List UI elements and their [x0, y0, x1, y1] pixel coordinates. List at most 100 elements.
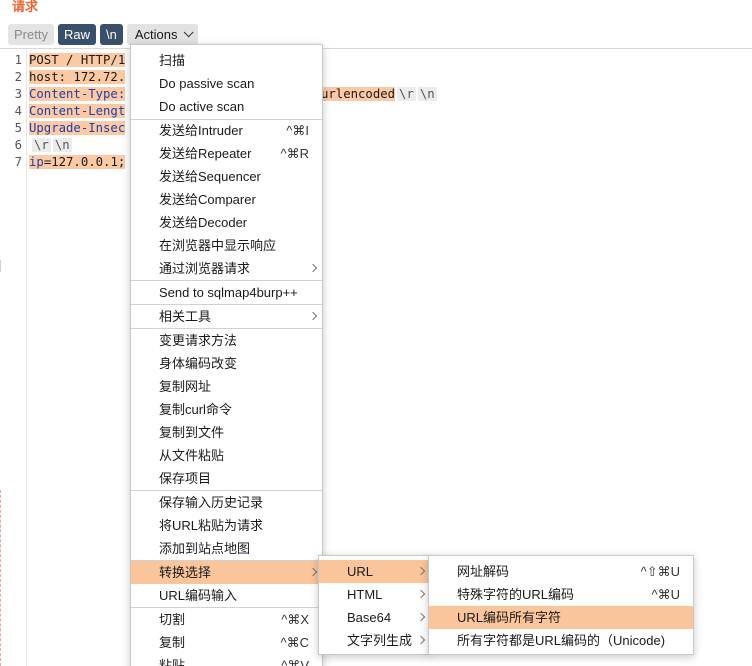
menu-item-related-tools[interactable]: 相关工具 [131, 305, 322, 328]
code-text: urlencoded [321, 87, 396, 101]
menu-item-save-item[interactable]: 保存项目 [131, 467, 322, 490]
menu-item-label: URL编码所有字符 [457, 610, 562, 625]
shortcut-label: ^⌘U [651, 587, 681, 602]
menu-item-label: 相关工具 [159, 309, 212, 324]
escape-n-marker: \n [417, 87, 437, 101]
submenu-item-base64[interactable]: Base64 [319, 606, 430, 629]
convert-selection-submenu: URL HTML Base64 文字列生成 [318, 555, 431, 655]
menu-item-send-decoder[interactable]: 发送给Decoder [131, 211, 322, 234]
menu-item-label: Do active scan [159, 99, 245, 114]
line-number: 4 [14, 104, 22, 118]
pretty-button[interactable]: Pretty [8, 23, 54, 45]
menu-item-label: Base64 [347, 610, 392, 625]
menu-item-label: 发送给Comparer [159, 192, 256, 207]
shortcut-label: ^⌘R [280, 146, 310, 161]
code-line: Content-Lengt [29, 103, 126, 120]
code-line: ip=127.0.0.1; [29, 154, 126, 171]
submenu-item-url-encode-all[interactable]: URL编码所有字符 [429, 606, 693, 629]
menu-item-request-in-browser[interactable]: 通过浏览器请求 [131, 257, 322, 280]
panel-title: 请求 [12, 0, 39, 15]
menu-item-send-intruder[interactable]: 发送给Intruder ^⌘I [131, 119, 322, 142]
line-number: 1 [14, 53, 22, 67]
shortcut-label: ^⌘V [281, 658, 309, 666]
escape-n-marker: \n [52, 138, 72, 152]
menu-item-label: 特殊字符的URL编码 [457, 587, 575, 602]
code-line: host: 172.72. [29, 69, 126, 86]
dashed-border [0, 490, 1, 666]
menu-item-label: 保存项目 [159, 471, 212, 486]
chevron-right-icon [308, 263, 318, 273]
menu-item-label: 通过浏览器请求 [159, 261, 251, 276]
menu-item-convert-selection[interactable]: 转换选择 [131, 561, 322, 584]
header-name: Upgrade-Insec [29, 121, 126, 135]
url-submenu: 网址解码 ^⇧⌘U 特殊字符的URL编码 ^⌘U URL编码所有字符 所有字符都是U… [428, 555, 694, 655]
menu-item-cut[interactable]: 切割 ^⌘X [131, 608, 322, 631]
submenu-item-url-decode[interactable]: 网址解码 ^⇧⌘U [429, 560, 693, 583]
chevron-down-icon [184, 26, 195, 37]
menu-item-label: Send to sqlmap4burp++ [159, 285, 298, 300]
actions-context-menu: 扫描 Do passive scan Do active scan 发送给Int… [130, 44, 323, 666]
menu-item-label: 从文件粘贴 [159, 448, 225, 463]
menu-item-copy-curl[interactable]: 复制curl命令 [131, 398, 322, 421]
raw-button[interactable]: Raw [57, 23, 96, 45]
menu-item-label: 发送给Sequencer [159, 169, 261, 184]
menu-item-paste-from-file[interactable]: 从文件粘贴 [131, 444, 322, 467]
menu-item-label: 扫描 [159, 53, 186, 68]
code-text: host: 172.72. [29, 70, 126, 84]
code-line: Upgrade-Insec [29, 120, 126, 137]
menu-item-label: 复制curl命令 [159, 402, 232, 417]
code-line: Content-Type: [29, 86, 126, 103]
menu-item-copy-url[interactable]: 复制网址 [131, 375, 322, 398]
toolbar-divider [0, 48, 752, 49]
menu-item-add-to-site-map[interactable]: 添加到站点地图 [131, 537, 322, 560]
menu-item-label: 身体编码改变 [159, 356, 238, 371]
actions-label: Actions [134, 26, 178, 42]
shortcut-label: ^⌘I [286, 123, 309, 138]
menu-item-passive-scan[interactable]: Do passive scan [131, 72, 322, 95]
show-newlines-button[interactable]: \n [99, 23, 123, 45]
shortcut-label: ^⌘X [281, 612, 309, 627]
menu-item-show-response-in-browser[interactable]: 在浏览器中显示响应 [131, 234, 322, 257]
shortcut-label: ^⇧⌘U [640, 564, 680, 579]
menu-item-copy-to-file[interactable]: 复制到文件 [131, 421, 322, 444]
header-name: Content-Lengt [29, 104, 126, 118]
code-line-tail: urlencoded \r \n [321, 86, 437, 103]
submenu-item-url-encode-key-chars[interactable]: 特殊字符的URL编码 ^⌘U [429, 583, 693, 606]
menu-item-label: URL [347, 564, 374, 579]
menu-item-change-body-encoding[interactable]: 身体编码改变 [131, 352, 322, 375]
line-number: 3 [14, 87, 22, 101]
gutter-marker [0, 260, 3, 272]
menu-item-paste-url-as-request[interactable]: 将URL粘贴为请求 [131, 514, 322, 537]
menu-item-paste[interactable]: 粘贴 ^⌘V [131, 654, 322, 666]
menu-item-send-sequencer[interactable]: 发送给Sequencer [131, 165, 322, 188]
menu-item-send-comparer[interactable]: 发送给Comparer [131, 188, 322, 211]
menu-item-label: 变更请求方法 [159, 333, 238, 348]
code-line: POST / HTTP/1 [29, 52, 126, 69]
submenu-item-construct-string[interactable]: 文字列生成 [319, 629, 430, 652]
menu-item-send-repeater[interactable]: 发送给Repeater ^⌘R [131, 142, 322, 165]
menu-item-label: 发送给Intruder [159, 123, 243, 138]
escape-r-marker: \r [397, 87, 416, 101]
shortcut-label: ^⌘C [280, 635, 310, 650]
submenu-item-url-encode-all-unicode[interactable]: 所有字符都是URL编码的（Unicode) [429, 629, 693, 652]
chevron-right-icon [416, 635, 426, 645]
menu-item-label: 保存输入历史记录 [159, 495, 264, 510]
actions-dropdown[interactable]: Actions [126, 23, 199, 45]
submenu-item-html[interactable]: HTML [319, 583, 430, 606]
menu-item-sqlmap4burp[interactable]: Send to sqlmap4burp++ [131, 281, 322, 304]
code-line: \r \n [30, 137, 72, 154]
menu-item-copy[interactable]: 复制 ^⌘C [131, 631, 322, 654]
submenu-item-url[interactable]: URL [319, 560, 430, 583]
menu-item-url-encode-as-you-type[interactable]: URL编码输入 [131, 584, 322, 607]
chevron-right-icon [416, 589, 426, 599]
menu-item-label: 转换选择 [159, 565, 212, 580]
code-text: POST / HTTP/1 [29, 53, 126, 67]
menu-item-label: 复制网址 [159, 379, 212, 394]
editor-toolbar: Pretty Raw \n Actions [8, 22, 199, 46]
menu-item-change-request-method[interactable]: 变更请求方法 [131, 329, 322, 352]
line-number: 2 [14, 70, 22, 84]
menu-item-save-history[interactable]: 保存输入历史记录 [131, 491, 322, 514]
menu-item-scan[interactable]: 扫描 [131, 49, 322, 72]
param-name: ip [29, 155, 44, 169]
menu-item-active-scan[interactable]: Do active scan [131, 95, 322, 118]
